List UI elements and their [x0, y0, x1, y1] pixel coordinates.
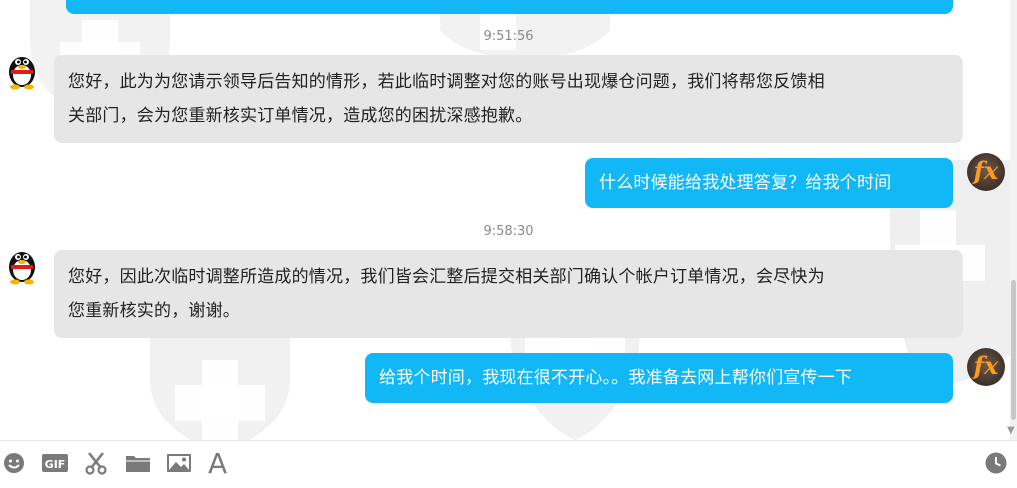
scrollbar-thumb[interactable] — [1011, 280, 1016, 420]
emoji-icon[interactable] — [2, 451, 28, 477]
chat-scrollbar[interactable] — [1010, 0, 1017, 440]
qq-penguin-avatar[interactable] — [3, 245, 41, 285]
message-timestamp: 9:58:30 — [483, 224, 534, 239]
message-bubble-received: 您好，因此次临时调整所造成的情况，我们皆会汇整后提交相关部门确认个帐户订单情况，… — [54, 250, 963, 338]
message-bubble-received: 您好，此为为您请示领导后告知的情形，若此临时调整对您的账号出现爆仓问题，我们将帮… — [54, 55, 963, 143]
font-icon[interactable]: A — [208, 447, 234, 480]
scissors-icon[interactable] — [84, 451, 110, 477]
chat-history: 9:51:56 您好，此为为您请示领导后告知的情形，若此临时调整对您的账号出现爆… — [0, 0, 1017, 440]
message-text-line: 您好，此为为您请示领导后告知的情形，若此临时调整对您的账号出现爆仓问题，我们将帮… — [68, 72, 825, 92]
gif-icon[interactable]: GIF — [41, 451, 68, 477]
message-text: 什么时候能给我处理答复？给我个时间 — [599, 173, 892, 193]
fx-avatar[interactable]: fx — [967, 153, 1005, 191]
message-text-line: 您好，因此次临时调整所造成的情况，我们皆会汇整后提交相关部门确认个帐户订单情况，… — [68, 267, 825, 287]
message-text-line: 关部门，会为您重新核实订单情况，造成您的困扰深感抱歉。 — [68, 106, 533, 126]
message-bubble-sent: 给我个时间，我现在很不开心。。我准备去网上帮你们宣传一下 — [365, 353, 953, 403]
svg-text:GIF: GIF — [45, 458, 66, 471]
qq-penguin-avatar[interactable] — [3, 50, 41, 90]
input-toolbar: GIF A — [0, 440, 1017, 488]
watermark-shield-icon — [140, 330, 300, 440]
clock-icon[interactable] — [984, 451, 1010, 477]
folder-icon[interactable] — [125, 451, 151, 477]
message-text-line: 您重新核实的，谢谢。 — [68, 301, 240, 321]
scroll-down-arrow-icon[interactable]: ▼ — [1007, 425, 1015, 436]
image-icon[interactable] — [166, 451, 192, 477]
previous-message-bubble — [66, 0, 953, 14]
message-bubble-sent: 什么时候能给我处理答复？给我个时间 — [585, 158, 953, 208]
message-text: 给我个时间，我现在很不开心。。我准备去网上帮你们宣传一下 — [379, 368, 853, 388]
fx-avatar[interactable]: fx — [967, 348, 1005, 386]
message-timestamp: 9:51:56 — [483, 29, 534, 44]
